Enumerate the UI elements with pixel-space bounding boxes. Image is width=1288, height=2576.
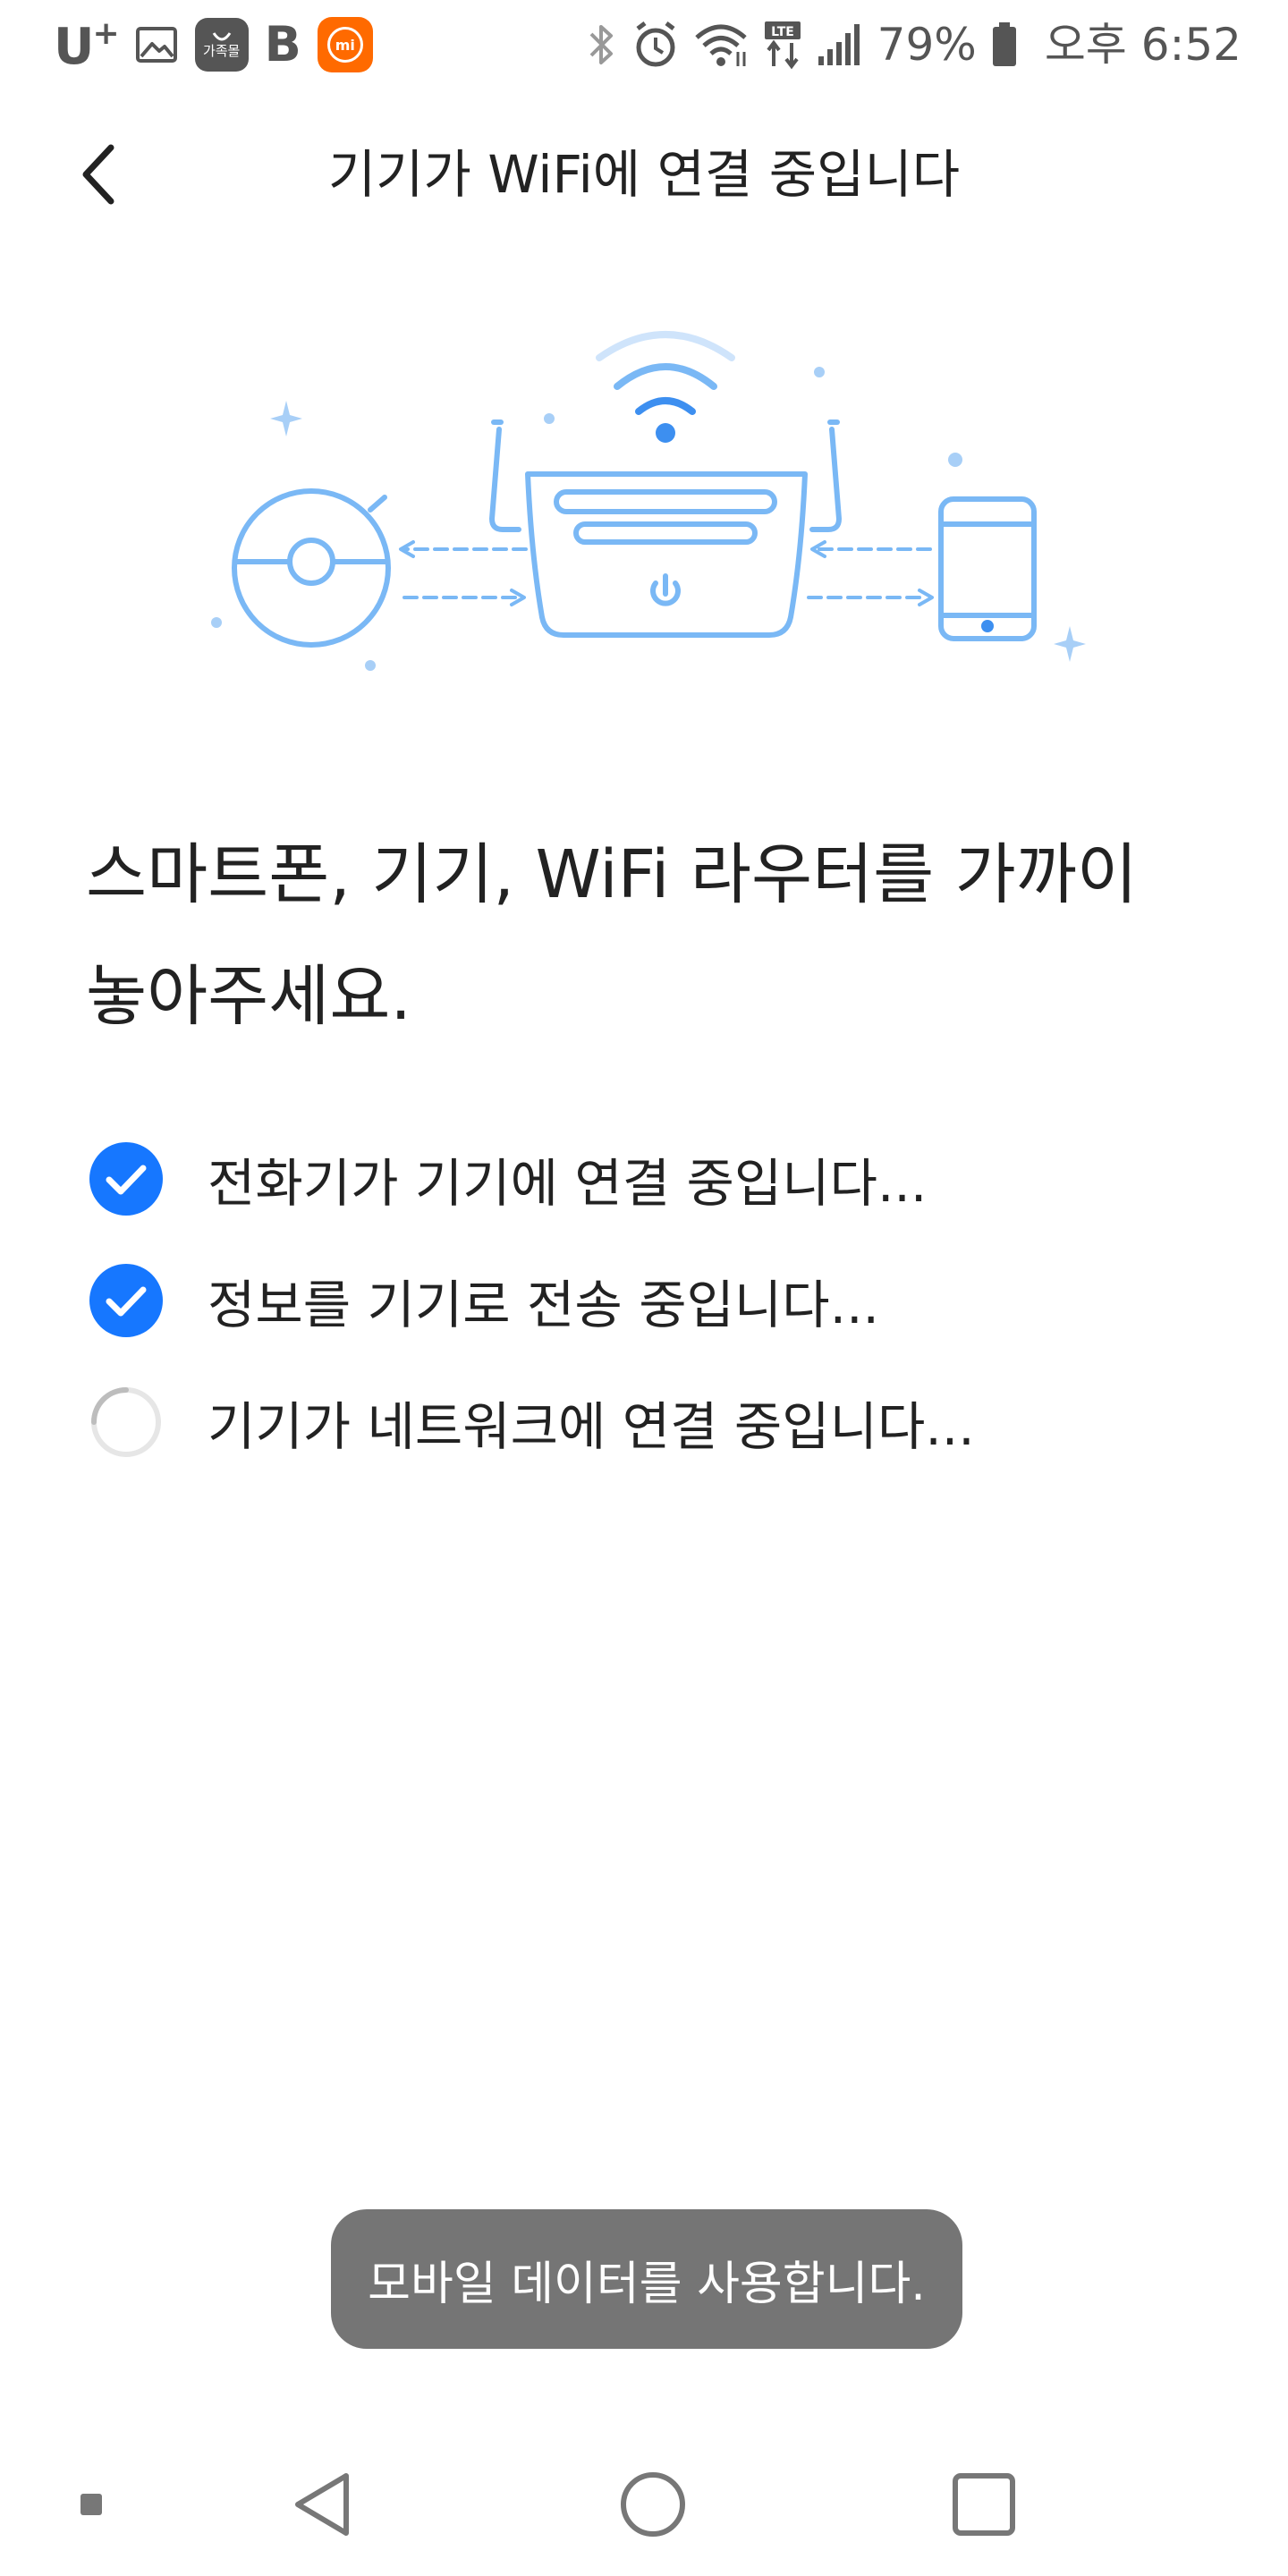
mi-home-app-icon: mi (317, 17, 373, 72)
instruction-text: 스마트폰, 기기, WiFi 라우터를 가까이 놓아주세요. (86, 814, 1213, 1057)
step-label: 정보를 기기로 전송 중입니다... (208, 1275, 879, 1335)
battery-icon (992, 22, 1016, 66)
nav-dot-button[interactable] (72, 2478, 111, 2531)
signal-icon (818, 24, 860, 65)
lte-icon: LTE (764, 21, 801, 70)
arrows-phone-router (807, 547, 932, 599)
robot-vacuum-icon (232, 488, 391, 648)
chevron-left-icon (82, 144, 114, 205)
connection-illustration (211, 331, 1086, 671)
clock: 오후 6:52 (1044, 19, 1241, 71)
step-network-connecting: 기기가 네트워크에 연결 중입니다... (89, 1361, 1199, 1483)
carrier-logo: U+ (54, 14, 120, 76)
nav-back-button[interactable] (277, 2460, 367, 2549)
check-circle-icon (89, 1264, 163, 1337)
square-dot-icon (80, 2494, 102, 2515)
battery-percent: 79% (877, 19, 977, 71)
status-notifications: U+ 가족몰 B mi (54, 13, 373, 77)
circle-home-icon (621, 2472, 685, 2537)
arrows-router-vacuum (401, 547, 528, 599)
shop-app-icon: 가족몰 (194, 18, 249, 72)
back-button[interactable] (63, 139, 134, 210)
toast-notification: 모바일 데이터를 사용합니다. (331, 2209, 962, 2349)
check-circle-icon (89, 1142, 163, 1216)
instruction-line-1: 스마트폰, 기기, WiFi 라우터를 가까이 (86, 836, 1139, 913)
loading-spinner-icon (91, 1387, 161, 1457)
wifi-signal-icon (596, 331, 735, 415)
square-recents-icon (953, 2473, 1015, 2536)
status-bar: U+ 가족몰 B mi LTE 79% 오후 6:52 (0, 0, 1288, 89)
smartphone-icon (938, 496, 1037, 641)
router-icon (489, 419, 842, 638)
alarm-icon (636, 21, 675, 67)
nav-home-button[interactable] (608, 2460, 698, 2549)
triangle-back-icon (295, 2473, 349, 2536)
step-sending-info: 정보를 기기로 전송 중입니다... (89, 1240, 1199, 1361)
step-phone-connecting: 전화기가 기기에 연결 중입니다... (89, 1118, 1199, 1240)
instruction-line-2: 놓아주세요. (86, 958, 411, 1035)
b-app-icon: B (264, 16, 301, 72)
gallery-icon (135, 27, 177, 63)
step-label: 전화기가 기기에 연결 중입니다... (208, 1153, 928, 1214)
system-navigation-bar (0, 2433, 1288, 2576)
toast-message: 모바일 데이터를 사용합니다. (368, 2257, 926, 2311)
nav-recents-button[interactable] (939, 2460, 1029, 2549)
svg-text:LTE: LTE (771, 25, 794, 39)
progress-steps: 전화기가 기기에 연결 중입니다... 정보를 기기로 전송 중입니다... 기… (89, 1118, 1199, 1483)
wifi-status-icon (695, 24, 747, 66)
header: 기기가 WiFi에 연결 중입니다 (0, 125, 1288, 224)
page-title: 기기가 WiFi에 연결 중입니다 (327, 144, 961, 205)
bluetooth-icon (589, 25, 613, 64)
status-system: LTE 79% 오후 6:52 (586, 13, 1241, 77)
step-label: 기기가 네트워크에 연결 중입니다... (208, 1396, 975, 1457)
